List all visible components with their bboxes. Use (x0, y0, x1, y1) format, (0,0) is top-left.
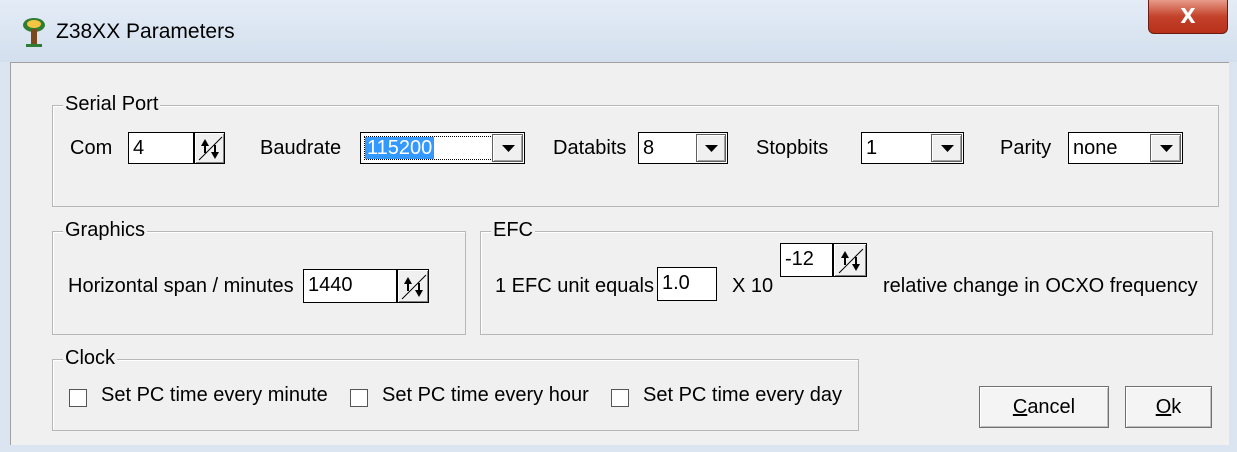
databits-value: 8 (643, 137, 655, 159)
span-value: 1440 (308, 274, 353, 296)
span-label: Horizontal span / minutes (68, 275, 294, 297)
ok-mnemonic: O (1155, 396, 1172, 418)
com-value: 4 (133, 137, 145, 159)
span-spinner[interactable] (397, 269, 429, 303)
graphics-group: Graphics Horizontal span / minutes 1440 (52, 219, 466, 335)
efc-suffix-label: relative change in OCXO frequency (883, 275, 1198, 297)
parity-label: Parity (1000, 137, 1052, 159)
ok-button[interactable]: Ok (1125, 386, 1212, 428)
efc-exponent-value: -12 (785, 248, 814, 270)
close-icon: X (1180, 4, 1196, 28)
hour-checkbox-label[interactable]: Set PC time every hour (382, 384, 589, 407)
stopbits-value: 1 (866, 137, 878, 159)
clock-legend: Clock (63, 347, 118, 370)
baudrate-label: Baudrate (260, 137, 342, 159)
chevron-down-icon (1160, 145, 1173, 152)
hour-checkbox[interactable] (350, 389, 368, 407)
efc-exponent-field[interactable]: -12 (780, 243, 833, 277)
com-field[interactable]: 4 (128, 132, 194, 164)
databits-label: Databits (553, 137, 627, 159)
chevron-down-icon (502, 145, 515, 152)
app-icon (23, 18, 45, 47)
com-label: Com (70, 137, 113, 159)
serial-port-legend: Serial Port (63, 93, 161, 116)
efc-group: EFC 1 EFC unit equals 1.0 X 10 -12 relat… (480, 219, 1213, 335)
chevron-down-icon (941, 145, 954, 152)
minute-checkbox-label[interactable]: Set PC time every minute (101, 384, 328, 407)
com-spinner[interactable] (194, 132, 225, 164)
cancel-mnemonic: C (1012, 396, 1028, 418)
parity-dropdown-button[interactable] (1150, 134, 1181, 162)
times-ten-label: X 10 (732, 275, 774, 297)
graphics-legend: Graphics (63, 219, 148, 242)
chevron-down-icon (705, 145, 718, 152)
day-checkbox-label[interactable]: Set PC time every day (643, 384, 842, 407)
serial-port-group: Serial Port Com 4 Baudrate 115200 Databi… (52, 93, 1219, 207)
efc-legend: EFC (491, 219, 535, 242)
efc-exponent-spinner[interactable] (833, 243, 867, 277)
day-checkbox[interactable] (611, 389, 629, 407)
dialog-client: Serial Port Com 4 Baudrate 115200 Databi… (10, 62, 1229, 445)
efc-unit-label: 1 EFC unit equals (495, 275, 654, 297)
dialog-window: Z38XX Parameters X Serial Port Com 4 Bau… (0, 0, 1237, 452)
spinner-arrows-icon (838, 248, 864, 274)
efc-unit-field[interactable]: 1.0 (657, 267, 717, 301)
cancel-label: ancel (1027, 396, 1076, 418)
close-button[interactable]: X (1148, 0, 1228, 34)
stopbits-label: Stopbits (756, 137, 829, 159)
spinner-arrows-icon (401, 274, 427, 300)
minute-checkbox[interactable] (69, 389, 87, 407)
spinner-arrows-icon (198, 136, 223, 161)
clock-group: Clock Set PC time every minute Set PC ti… (52, 347, 859, 431)
stopbits-dropdown-button[interactable] (931, 134, 962, 162)
window-title: Z38XX Parameters (56, 20, 235, 43)
parity-value: none (1073, 137, 1118, 159)
baudrate-value: 115200 (365, 137, 435, 159)
span-field[interactable]: 1440 (303, 269, 397, 303)
baudrate-dropdown-button[interactable] (492, 134, 523, 162)
databits-dropdown-button[interactable] (696, 134, 726, 162)
ok-label: k (1171, 396, 1182, 418)
title-bar[interactable]: Z38XX Parameters X (0, 0, 1237, 62)
cancel-button[interactable]: Cancel (979, 386, 1109, 428)
efc-unit-value: 1.0 (662, 272, 690, 294)
